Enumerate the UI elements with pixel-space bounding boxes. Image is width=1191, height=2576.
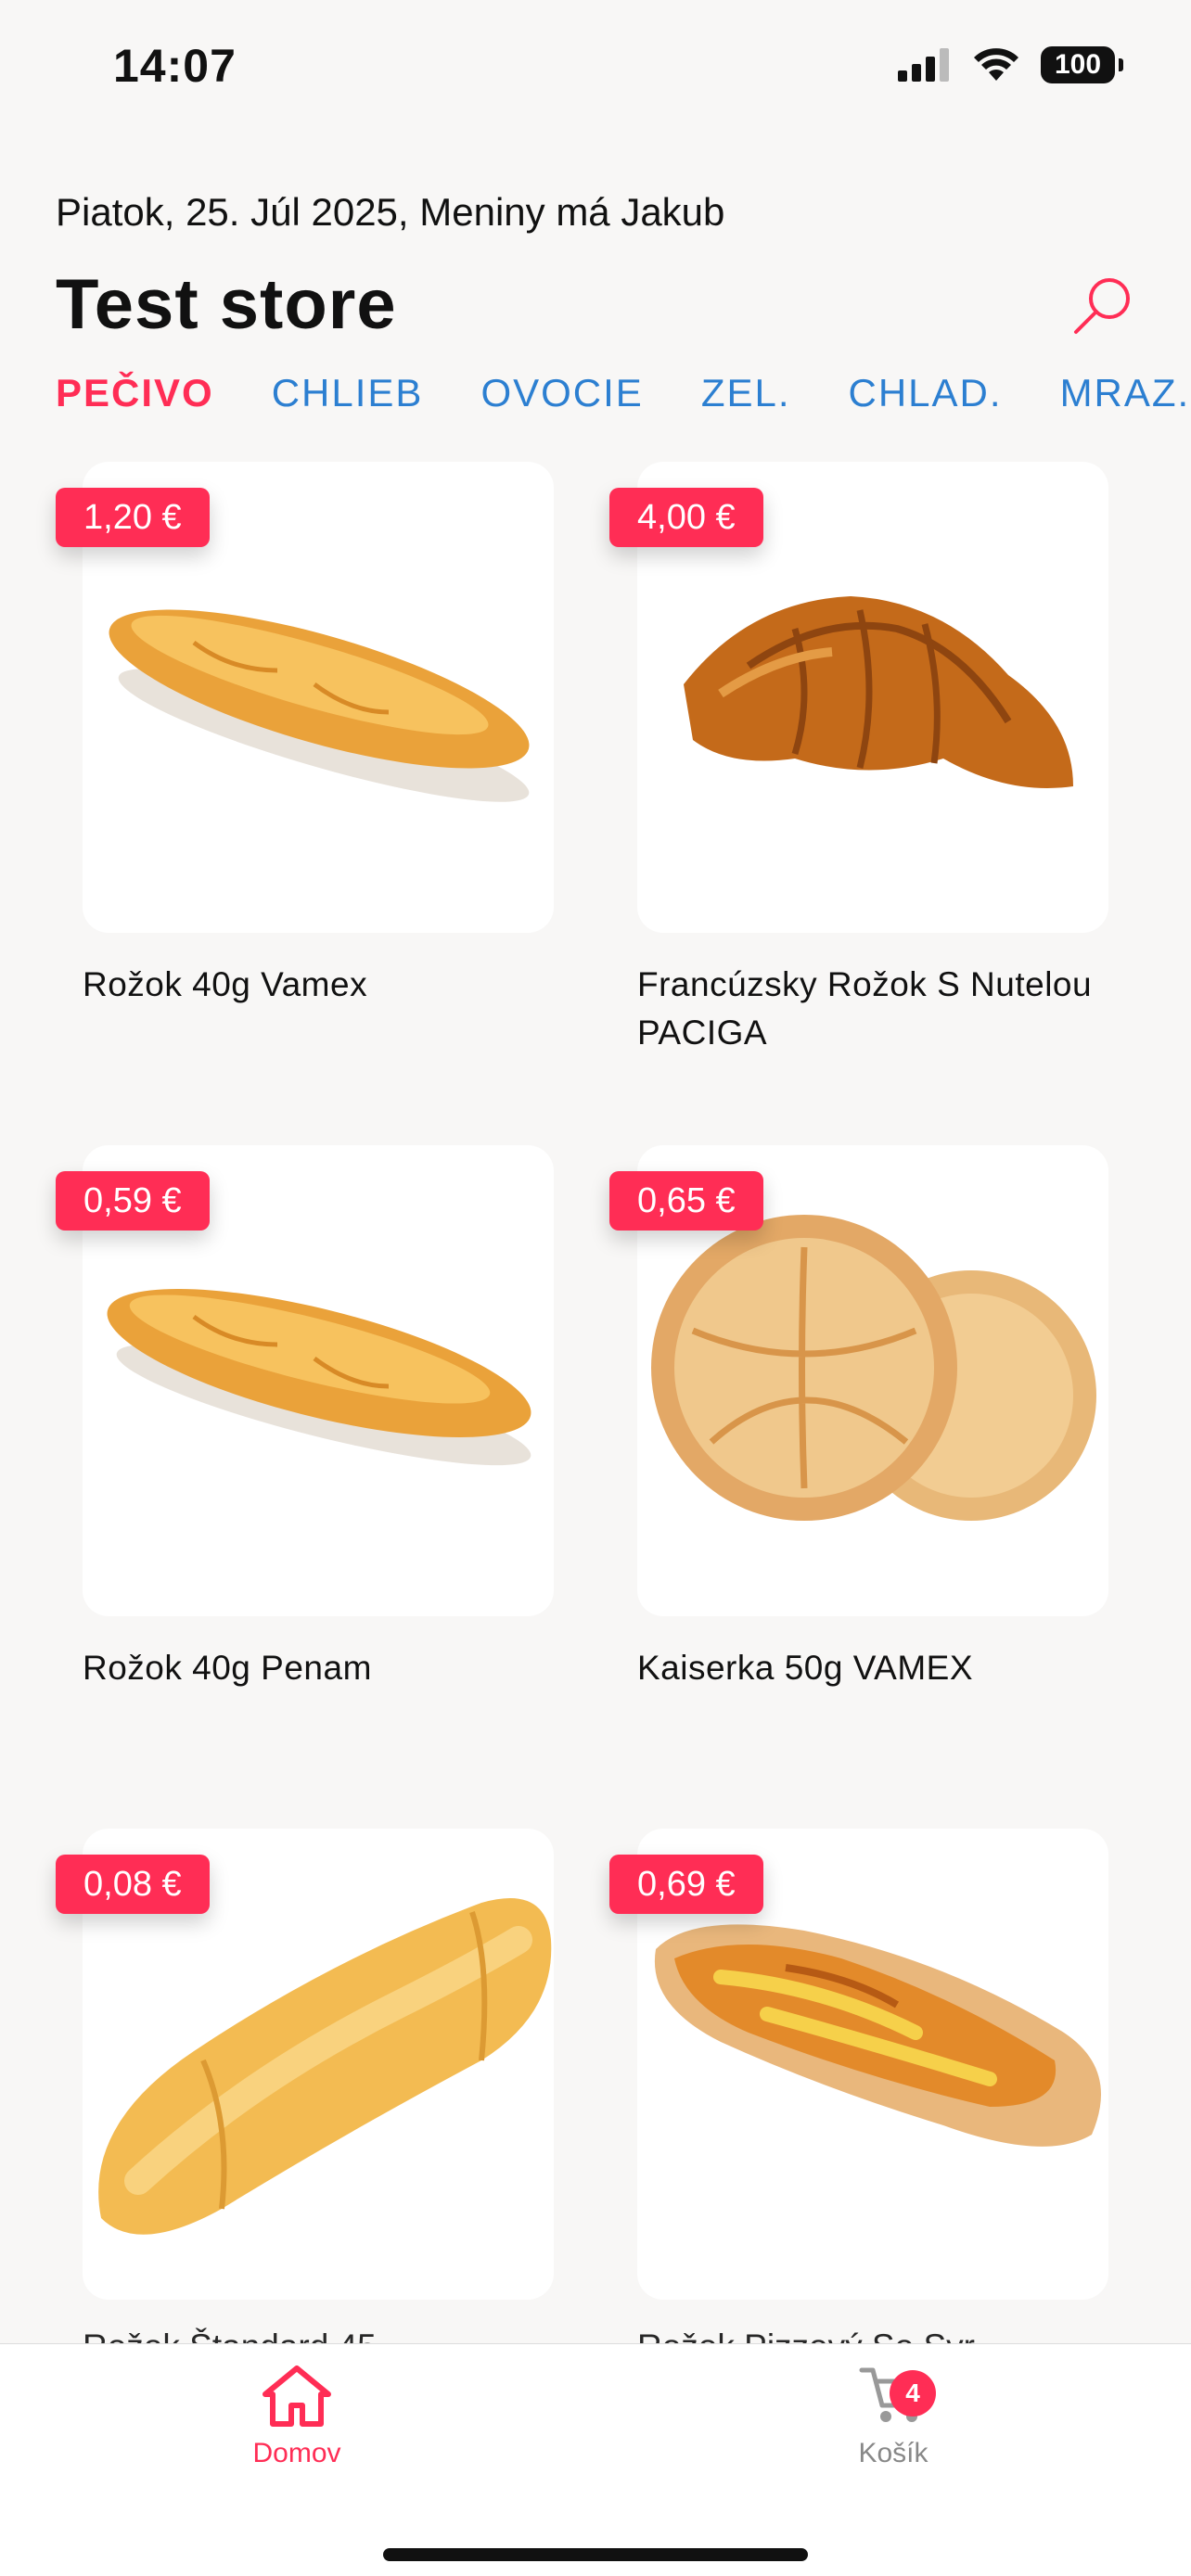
tab-zelenina[interactable]: ZEL. [701,371,791,415]
price-badge: 1,20 € [56,488,210,547]
tab-mrazene[interactable]: MRAZ. [1060,371,1191,415]
tab-cart[interactable]: 4 Košík [791,2363,995,2469]
status-icons: 100 [898,46,1123,83]
category-tabs: PEČIVO CHLIEB OVOCIE ZEL. CHLAD. MRAZ. [56,371,1190,415]
home-icon [263,2366,331,2427]
product-name: Rožok 40g Vamex [83,965,368,1003]
price-badge: 0,08 € [56,1855,210,1914]
price-badge: 0,59 € [56,1171,210,1231]
product-card[interactable]: Francúzsky Rožok S Nutelou PACIGA [637,462,1108,1057]
tab-ovocie[interactable]: OVOCIE [480,371,643,415]
tab-chlieb[interactable]: CHLIEB [272,371,424,415]
cellular-signal-icon [898,48,949,82]
page-title: Test store [56,265,397,344]
tab-home[interactable]: Domov [195,2363,399,2469]
tab-chladene[interactable]: CHLAD. [849,371,1003,415]
product-name: Francúzsky Rožok S Nutelou PACIGA [637,965,1093,1052]
wifi-icon [974,48,1018,81]
cart-count-badge: 4 [890,2370,936,2417]
tab-cart-label: Košík [858,2438,928,2468]
battery-level: 100 [1054,49,1102,80]
battery-icon: 100 [1041,46,1123,83]
home-indicator [383,2548,808,2561]
date-line: Piatok, 25. Júl 2025, Meniny má Jakub [56,190,725,234]
tab-bar: Domov 4 Košík [0,2343,1191,2576]
product-name: Kaiserka 50g VAMEX [637,1649,974,1687]
search-icon[interactable] [1069,271,1139,341]
product-name: Rožok 40g Penam [83,1649,372,1687]
price-badge: 0,65 € [609,1171,763,1231]
status-time: 14:07 [113,40,237,92]
price-badge: 4,00 € [609,488,763,547]
price-badge: 0,69 € [609,1855,763,1914]
tab-pecivo[interactable]: PEČIVO [56,371,214,415]
tab-home-label: Domov [252,2438,341,2468]
